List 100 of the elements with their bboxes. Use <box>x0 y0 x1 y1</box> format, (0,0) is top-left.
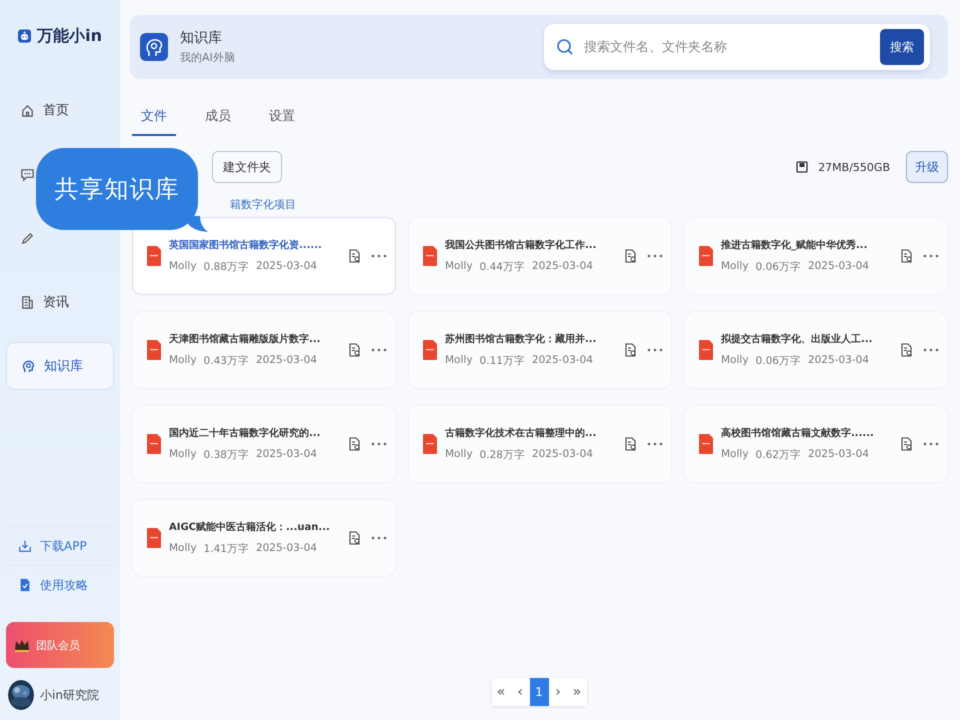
file-title[interactable]: 英国国家图书馆古籍数字化资...... <box>169 238 341 252</box>
page-button[interactable]: 1 <box>530 678 548 706</box>
document-search-icon[interactable] <box>349 437 361 451</box>
word-count: 0.43万字 <box>204 354 249 368</box>
tab[interactable]: 文件 <box>132 101 176 136</box>
document-search-icon[interactable] <box>349 531 361 545</box>
pen-icon[interactable] <box>20 230 35 246</box>
tab[interactable]: 设置 <box>260 101 304 136</box>
pdf-file-icon <box>423 246 437 266</box>
file-date: 2025-03-04 <box>256 542 317 556</box>
previous-page-button[interactable]: ‹ <box>510 678 530 706</box>
search-icon <box>556 38 574 56</box>
word-count: 1.41万字 <box>204 542 249 556</box>
file-author: Molly <box>445 260 473 274</box>
document-search-icon[interactable] <box>349 249 361 263</box>
file-author: Molly <box>445 448 473 462</box>
page-title: 知识库 <box>180 29 223 47</box>
breadcrumb-link[interactable]: 籍数字化项目 <box>230 198 296 211</box>
document-search-icon[interactable] <box>349 343 361 357</box>
pdf-file-icon <box>699 340 713 360</box>
more-icon[interactable] <box>647 442 663 446</box>
more-icon[interactable] <box>371 254 387 258</box>
sidebar-link[interactable]: 使用攻略 <box>6 565 114 604</box>
document-search-icon[interactable] <box>901 437 913 451</box>
file-date: 2025-03-04 <box>532 354 593 368</box>
pdf-file-icon <box>147 434 161 454</box>
file-author: Molly <box>169 448 197 462</box>
sidebar-link[interactable]: 下载APP <box>6 526 114 565</box>
document-search-icon[interactable] <box>901 343 913 357</box>
file-author: Molly <box>169 542 197 556</box>
brain-icon <box>140 33 168 61</box>
search-button[interactable]: 搜索 <box>880 29 924 65</box>
file-card[interactable]: 国内近二十年古籍数字化研究的... Molly 0.38万字 2025-03-04 <box>132 405 396 483</box>
first-page-button[interactable]: « <box>492 678 510 706</box>
word-count: 0.38万字 <box>204 448 249 462</box>
file-date: 2025-03-04 <box>808 260 869 274</box>
app-name: 万能小in <box>37 26 102 46</box>
document-search-icon[interactable] <box>901 249 913 263</box>
storage-icon <box>796 161 808 173</box>
file-date: 2025-03-04 <box>532 448 593 462</box>
doc-icon <box>18 578 32 592</box>
file-date: 2025-03-04 <box>256 354 317 368</box>
file-author: Molly <box>721 354 749 368</box>
file-title[interactable]: 我国公共图书馆古籍数字化工作... <box>445 238 617 252</box>
word-count: 0.11万字 <box>480 354 525 368</box>
file-title[interactable]: AIGC赋能中医古籍活化：...uan... <box>169 520 341 534</box>
file-title[interactable]: 国内近二十年古籍数字化研究的... <box>169 426 341 440</box>
user-name: 小in研究院 <box>40 686 99 704</box>
file-card[interactable]: 拟提交古籍数字化、出版业人工... Molly 0.06万字 2025-03-04 <box>684 311 948 389</box>
word-count: 0.44万字 <box>480 260 525 274</box>
file-card[interactable]: 推进古籍数字化_赋能中华优秀... Molly 0.06万字 2025-03-04 <box>684 217 948 295</box>
more-icon[interactable] <box>923 442 939 446</box>
search-field[interactable]: 搜索文件名、文件夹名称 搜索 <box>544 24 930 70</box>
file-date: 2025-03-04 <box>256 448 317 462</box>
tab[interactable]: 成员 <box>196 101 240 136</box>
document-search-icon[interactable] <box>625 343 637 357</box>
more-icon[interactable] <box>923 254 939 258</box>
file-card[interactable]: 英国国家图书馆古籍数字化资...... Molly 0.88万字 2025-03-04 <box>132 217 396 295</box>
file-title[interactable]: 古籍数字化技术在古籍整理中的... <box>445 426 617 440</box>
file-card[interactable]: 苏州图书馆古籍数字化：藏用并... Molly 0.11万字 2025-03-04 <box>408 311 672 389</box>
brain-icon <box>21 358 36 374</box>
file-date: 2025-03-04 <box>808 354 869 368</box>
pdf-file-icon <box>423 434 437 454</box>
upgrade-button[interactable]: 升级 <box>906 151 948 183</box>
more-icon[interactable] <box>647 348 663 352</box>
file-card[interactable]: AIGC赋能中医古籍活化：...uan... Molly 1.41万字 2025-03-04 <box>132 499 396 577</box>
storage-usage: 27MB/550GB <box>818 160 890 174</box>
nav-item[interactable]: 知识库 <box>6 342 114 390</box>
more-icon[interactable] <box>371 348 387 352</box>
file-title[interactable]: 高校图书馆馆藏古籍文献数字...... <box>721 426 893 440</box>
word-count: 0.06万字 <box>756 260 801 274</box>
word-count: 0.88万字 <box>204 260 249 274</box>
more-icon[interactable] <box>923 348 939 352</box>
file-title[interactable]: 推进古籍数字化_赋能中华优秀... <box>721 238 893 252</box>
file-title[interactable]: 苏州图书馆古籍数字化：藏用并... <box>445 332 617 346</box>
page-subtitle: 我的AI外脑 <box>180 50 236 65</box>
more-icon[interactable] <box>647 254 663 258</box>
word-count: 0.06万字 <box>756 354 801 368</box>
last-page-button[interactable]: » <box>568 678 586 706</box>
pdf-file-icon <box>699 434 713 454</box>
next-page-button[interactable]: › <box>548 678 568 706</box>
word-count: 0.62万字 <box>756 448 801 462</box>
chat-icon[interactable] <box>20 166 35 182</box>
more-icon[interactable] <box>371 536 387 540</box>
new-folder-button[interactable]: 建文件夹 <box>212 151 282 183</box>
more-icon[interactable] <box>371 442 387 446</box>
file-title[interactable]: 天津图书馆藏古籍雕版版片数字... <box>169 332 341 346</box>
file-card[interactable]: 古籍数字化技术在古籍整理中的... Molly 0.28万字 2025-03-04 <box>408 405 672 483</box>
document-search-icon[interactable] <box>625 437 637 451</box>
file-card[interactable]: 天津图书馆藏古籍雕版版片数字... Molly 0.43万字 2025-03-04 <box>132 311 396 389</box>
file-author: Molly <box>721 260 749 274</box>
nav-item[interactable]: 资讯 <box>6 278 114 326</box>
document-search-icon[interactable] <box>625 249 637 263</box>
file-card[interactable]: 我国公共图书馆古籍数字化工作... Molly 0.44万字 2025-03-04 <box>408 217 672 295</box>
nav-item[interactable]: 首页 <box>6 86 114 134</box>
file-title[interactable]: 拟提交古籍数字化、出版业人工... <box>721 332 893 346</box>
pdf-file-icon <box>699 246 713 266</box>
file-author: Molly <box>169 354 197 368</box>
file-card[interactable]: 高校图书馆馆藏古籍文献数字...... Molly 0.62万字 2025-03-04 <box>684 405 948 483</box>
speech-bubble-tail <box>188 216 208 232</box>
